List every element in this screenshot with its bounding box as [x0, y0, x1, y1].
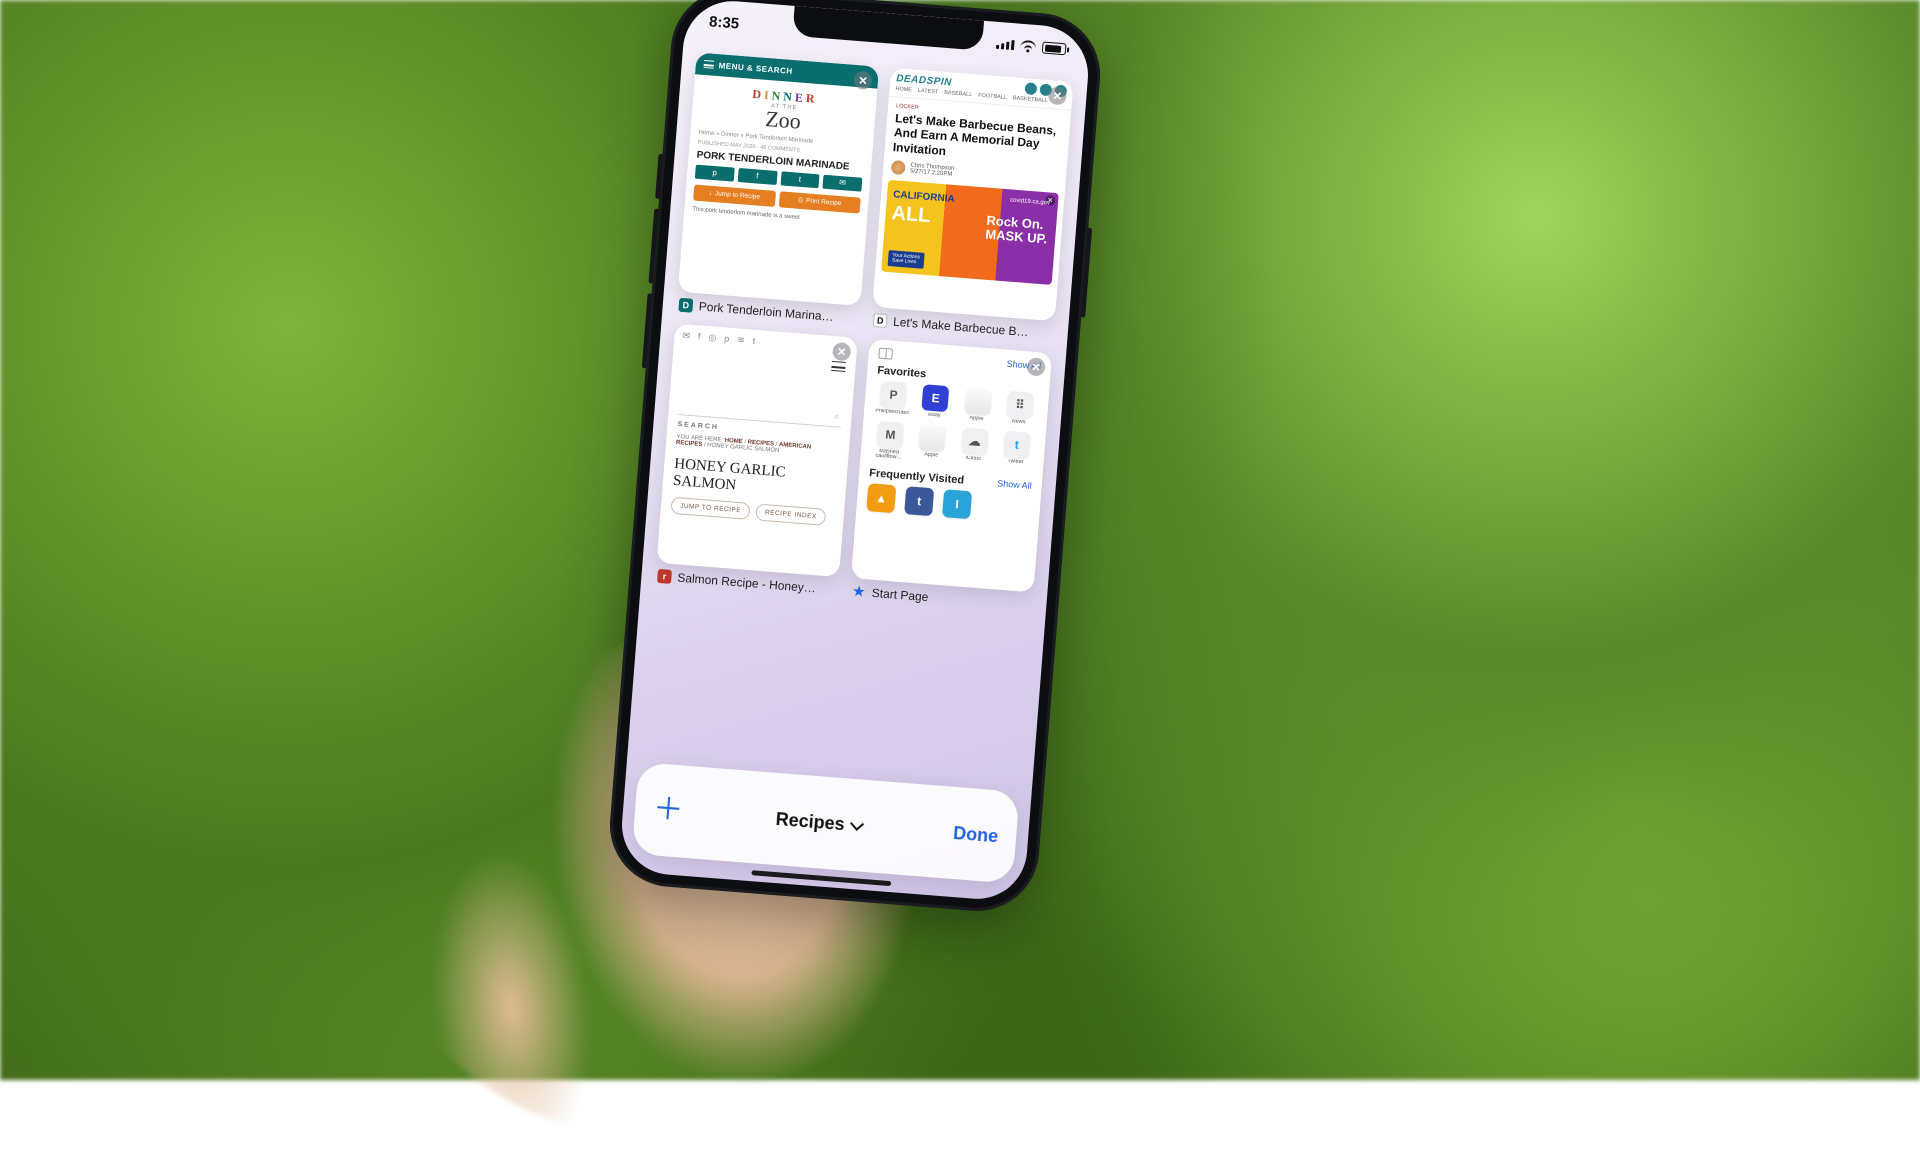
ad-headline: Rock On. MASK UP.: [985, 214, 1049, 246]
battery-icon: [1042, 41, 1067, 55]
facebook-icon: f: [698, 331, 701, 342]
favorite-icon: M: [876, 420, 904, 448]
jump-to-recipe-button: ↓ Jump to Recipe: [693, 184, 776, 206]
favorite-icon: P: [880, 381, 908, 409]
favorite-label: Twitter: [1007, 458, 1024, 465]
tab-thumbnail[interactable]: ✕ DEADSPIN HOME LATEST BASEBALL FOOTBALL…: [872, 68, 1073, 322]
tab-title: Let's Make Barbecue B…: [893, 315, 1029, 340]
tab-thumbnail[interactable]: ✕ ✉ f ◎ p ≋ t ⌕ SEARCH YOU ARE HERE: HOM…: [657, 324, 858, 578]
new-tab-button[interactable]: ＋: [652, 794, 684, 826]
favorite-item: EeBay: [916, 384, 955, 420]
favorite-item: Apple: [912, 423, 951, 465]
wifi-icon: [1020, 40, 1037, 53]
rss-icon: ≋: [737, 334, 745, 346]
status-right: [996, 38, 1067, 55]
chevron-down-icon: [850, 817, 864, 831]
favorite-item: MMashed cauliflow…: [870, 420, 909, 462]
instagram-icon: ◎: [708, 332, 717, 344]
author-avatar: [891, 160, 906, 175]
favorite-label: iCloud: [965, 455, 981, 462]
favicon: D: [873, 313, 888, 328]
ad-text: Your Actions Save Lives: [888, 250, 925, 269]
phone-screen: 8:35 ✕ MENU & SEARCH DINNER AT T: [618, 0, 1091, 903]
favorite-label: eBay: [928, 413, 941, 419]
safari-tab-grid[interactable]: ✕ MENU & SEARCH DINNER AT THE Zoo Home »…: [655, 52, 1074, 612]
favorite-item: ⠿News: [1000, 390, 1039, 426]
twitter-icon: t: [780, 171, 820, 188]
cellular-icon: [996, 39, 1015, 50]
freq-icon: I: [942, 489, 972, 519]
favorite-label: News: [1011, 419, 1025, 426]
menu-bar-label: MENU & SEARCH: [718, 61, 793, 76]
twitter-icon: t: [752, 336, 755, 347]
favicon-star-icon: ★: [851, 584, 866, 599]
site-brand: DEADSPIN: [896, 73, 952, 88]
ad-banner: ✕ CALIFORNIA ALL Your Actions Save Lives…: [881, 180, 1059, 285]
favorite-item: tTwitter: [997, 430, 1036, 472]
email-icon: ✉: [823, 174, 863, 191]
search-icon: ⌕: [834, 411, 840, 422]
iphone-device: 8:35 ✕ MENU & SEARCH DINNER AT T: [605, 0, 1104, 915]
print-recipe-button: ⎙ Print Recipe: [778, 191, 861, 213]
freq-icon: ▲: [866, 483, 896, 513]
tab-group-toolbar: ＋ Recipes Done: [632, 762, 1020, 884]
favorite-icon: ☁︎: [961, 427, 989, 455]
favorite-icon: E: [922, 384, 950, 412]
favorite-item: PPhilipMichaels.com: [874, 380, 913, 416]
ad-text: ALL: [891, 202, 932, 228]
pinterest-icon: p: [695, 164, 735, 181]
bookmarks-icon: [878, 348, 893, 360]
ad-url: covid19.ca.gov: [1010, 198, 1050, 207]
hamburger-icon: [704, 60, 715, 69]
favorite-icon: t: [1003, 430, 1031, 458]
favorite-item: ☁︎iCloud: [955, 426, 994, 468]
tab-title: Start Page: [871, 586, 929, 604]
tab-thumbnail[interactable]: ✕ Show All Favorites PPhilipMichaels.com…: [851, 339, 1052, 593]
favorite-label: Apple: [969, 416, 983, 423]
tab-group-name: Recipes: [775, 808, 845, 834]
favorites-grid: PPhilipMichaels.comEeBayApple⠿NewsMMashe…: [860, 380, 1049, 473]
favicon: D: [678, 298, 693, 313]
favorite-icon: [919, 424, 947, 452]
tab-card-start-page[interactable]: ✕ Show All Favorites PPhilipMichaels.com…: [849, 339, 1052, 613]
facebook-icon: f: [737, 168, 777, 185]
done-button[interactable]: Done: [952, 822, 999, 846]
favorite-label: Apple: [924, 452, 938, 459]
favorite-icon: [964, 388, 992, 416]
favorite-label: PhilipMichaels.com: [875, 408, 909, 416]
tab-thumbnail[interactable]: ✕ MENU & SEARCH DINNER AT THE Zoo Home »…: [678, 52, 879, 306]
email-icon: ✉: [682, 330, 690, 342]
tab-title: Salmon Recipe - Honey…: [677, 570, 816, 595]
tab-card-pork-marinade[interactable]: ✕ MENU & SEARCH DINNER AT THE Zoo Home »…: [676, 52, 879, 326]
favicon: r: [657, 569, 672, 584]
tab-group-selector[interactable]: Recipes: [775, 808, 861, 836]
freq-icon: t: [904, 486, 934, 516]
status-time: 8:35: [709, 13, 740, 32]
show-all-link: Show All: [997, 478, 1032, 491]
pinterest-icon: p: [724, 333, 730, 344]
tab-card-salmon[interactable]: ✕ ✉ f ◎ p ≋ t ⌕ SEARCH YOU ARE HERE: HOM…: [655, 324, 858, 598]
tab-title: Pork Tenderloin Marina…: [698, 299, 834, 324]
favorite-icon: ⠿: [1006, 391, 1034, 419]
tab-card-deadspin[interactable]: ✕ DEADSPIN HOME LATEST BASEBALL FOOTBALL…: [871, 68, 1074, 342]
favorite-item: Apple: [958, 387, 997, 423]
